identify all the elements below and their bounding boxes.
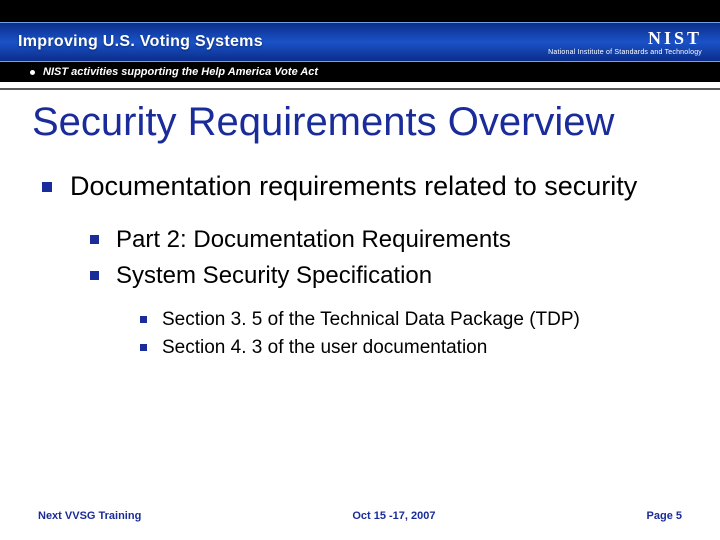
list-item: System Security Specification Section 3.… [116,260,688,362]
footer-center: Oct 15 -17, 2007 [352,510,435,522]
bullet-text: System Security Specification [116,262,432,289]
header-main-title: Improving U.S. Voting Systems [18,33,263,51]
bullet-text: Documentation requirements related to se… [70,171,637,201]
nist-logo-text: NIST [548,29,702,47]
bullet-dot-icon [30,70,35,75]
bullet-text: Section 3. 5 of the Technical Data Packa… [162,309,580,330]
list-item: Section 4. 3 of the user documentation [162,335,688,362]
footer-left: Next VVSG Training [38,510,141,522]
slide: Improving U.S. Voting Systems NIST Natio… [0,0,720,540]
list-item: Documentation requirements related to se… [70,170,688,362]
bullet-list-lvl1: Documentation requirements related to se… [32,170,688,362]
header-banner: Improving U.S. Voting Systems NIST Natio… [0,22,720,62]
list-item: Section 3. 5 of the Technical Data Packa… [162,307,688,334]
bullet-list-lvl3: Section 3. 5 of the Technical Data Packa… [116,307,688,362]
slide-header: Improving U.S. Voting Systems NIST Natio… [0,0,720,90]
bullet-text: Part 2: Documentation Requirements [116,226,511,253]
header-subtitle: NIST activities supporting the Help Amer… [43,66,318,78]
content-area: Security Requirements Overview Documenta… [0,100,720,380]
bullet-text: Section 4. 3 of the user documentation [162,337,487,358]
header-subbar: NIST activities supporting the Help Amer… [0,62,720,82]
bullet-list-lvl2: Part 2: Documentation Requirements Syste… [70,224,688,362]
nist-logo-block: NIST National Institute of Standards and… [548,29,702,56]
footer-right: Page 5 [647,510,682,522]
nist-subtitle: National Institute of Standards and Tech… [548,49,702,56]
slide-footer: Next VVSG Training Oct 15 -17, 2007 Page… [0,510,720,522]
slide-title: Security Requirements Overview [32,100,688,144]
list-item: Part 2: Documentation Requirements [116,224,688,256]
header-divider [0,82,720,90]
header-top-bar [0,0,720,22]
